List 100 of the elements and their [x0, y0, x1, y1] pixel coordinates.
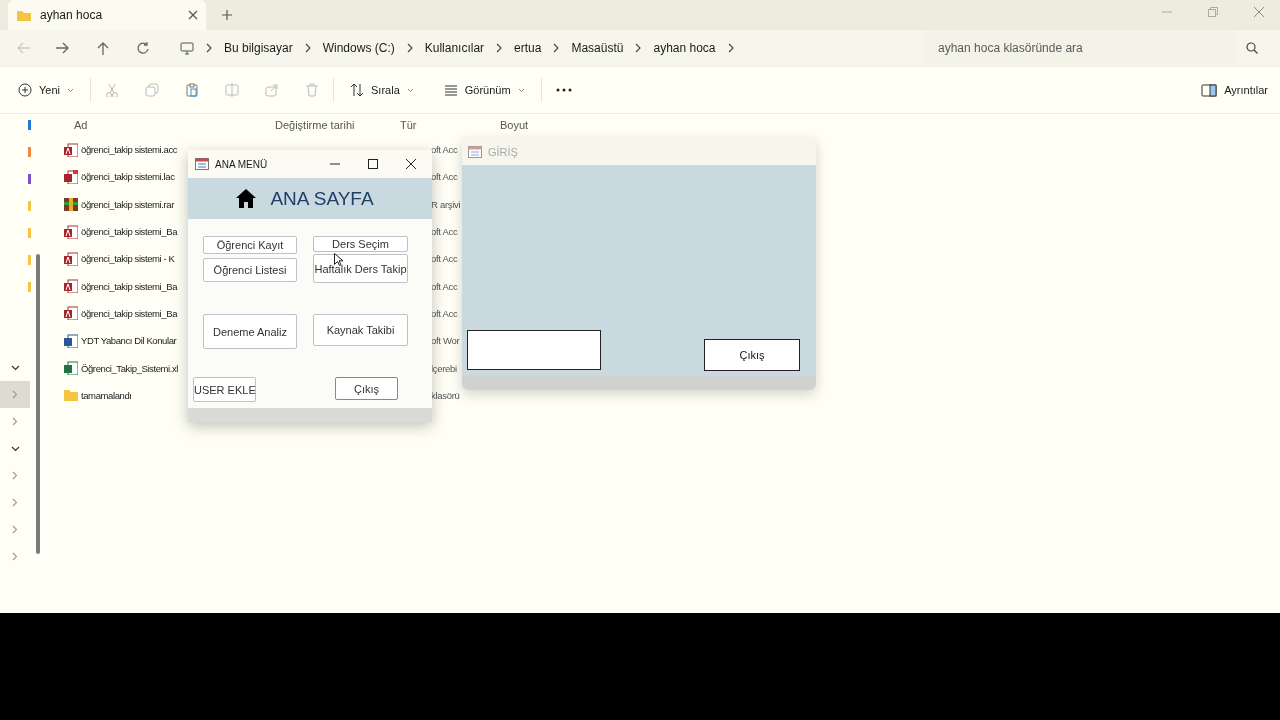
trash-icon[interactable] [305, 83, 319, 97]
form-button[interactable]: Öğrenci Listesi [203, 258, 297, 282]
chevron-right-icon [406, 43, 413, 53]
archive-file-icon [64, 197, 78, 212]
share-icon[interactable] [265, 83, 279, 97]
folder-edge-icon [28, 120, 31, 130]
chevron-right-icon [727, 43, 734, 53]
chevron-right-icon [553, 43, 560, 53]
close-icon [1254, 7, 1264, 17]
breadcrumb-item[interactable]: Bu bilgisayar [224, 41, 293, 55]
chevron-right-icon [12, 390, 18, 399]
file-name: Öğrenci_Takip_Sistemi.xl [81, 362, 179, 374]
file-type: oft Acc [431, 144, 458, 156]
chevron-right-icon [12, 471, 18, 480]
chevron-down-icon [10, 445, 20, 452]
monitor-icon [180, 41, 194, 55]
clipboard-icon[interactable] [185, 83, 199, 97]
new-button[interactable]: Yeni [16, 81, 76, 99]
form-button[interactable]: Kaynak Takibi [313, 314, 408, 346]
copy-icon[interactable] [145, 83, 159, 97]
file-type: oft Acc [431, 226, 458, 238]
caret-icon [67, 87, 74, 93]
breadcrumb-item[interactable]: Masaüstü [571, 41, 624, 55]
form-icon [195, 158, 209, 170]
folder-edge-icon [28, 147, 31, 157]
form-button[interactable]: USER EKLE [193, 377, 256, 402]
tab-title: ayhan hoca [40, 8, 104, 22]
restore-icon [1208, 7, 1218, 17]
chevron-right-icon [206, 43, 212, 53]
form-button[interactable]: Haftalık Ders Takip [313, 254, 408, 283]
breadcrumb-item[interactable]: Kullanıcılar [424, 41, 485, 55]
file-type: oft Acc [431, 307, 458, 319]
folder-tab[interactable]: ayhan hoca [8, 0, 206, 30]
file-name: öğrenci_takip sistemi_Ba [81, 307, 177, 319]
file-name: öğrenci_takip sistemi.rar [81, 198, 174, 210]
form-button[interactable]: Ders Seçim [313, 236, 408, 252]
folder-edge-icon [28, 201, 31, 211]
file-name: öğrenci_takip sistemi.acc [81, 144, 178, 156]
column-header[interactable]: Tür [400, 119, 500, 131]
file-name: öğrenci_takip sistemi_Ba [81, 226, 177, 238]
breadcrumb-item[interactable]: Windows (C:) [322, 41, 395, 55]
chevron-right-icon [635, 43, 642, 53]
folder-edge-icon [28, 255, 31, 265]
file-type: oft Acc [431, 280, 458, 292]
mouse-pointer-icon [334, 253, 343, 266]
breadcrumb-item[interactable]: ayhan hoca [653, 41, 716, 55]
chevron-right-icon [496, 43, 503, 53]
input-field[interactable] [467, 330, 601, 370]
database-file-icon [64, 279, 78, 294]
more-icon[interactable] [555, 88, 572, 92]
file-type: R arşivi [431, 198, 461, 210]
column-header[interactable]: Ad [64, 119, 275, 131]
forward-arrow-icon[interactable] [56, 41, 70, 55]
file-type: oft Acc [431, 253, 458, 265]
search-field[interactable]: ayhan hoca klasöründe ara [924, 31, 1236, 65]
caret-icon [517, 87, 525, 93]
plus-circle-icon [18, 83, 32, 97]
form-button[interactable]: Öğrenci Kayıt [203, 236, 297, 254]
file-type: oft Acc [431, 171, 458, 183]
list-icon [443, 84, 458, 96]
scissors-icon[interactable] [105, 83, 119, 97]
locked-database-file-icon [64, 169, 78, 184]
file-name: öğrenci_takip sistemi_Ba [81, 280, 177, 292]
folder-edge-icon [28, 282, 31, 292]
folder-icon [16, 8, 32, 22]
breadcrumb-item[interactable]: ertua [514, 41, 542, 55]
chevron-down-icon [10, 364, 20, 371]
view-button[interactable]: Görünüm [441, 82, 527, 98]
exit-button[interactable]: Çıkış [704, 339, 800, 371]
back-arrow-icon[interactable] [16, 41, 30, 55]
sort-arrows-icon [350, 83, 364, 97]
details-button[interactable]: Ayrıntılar [1199, 81, 1270, 99]
form-button[interactable]: Çıkış [335, 377, 398, 400]
scrollbar[interactable] [36, 254, 40, 554]
form-icon [468, 145, 482, 158]
page-heading: ANA SAYFA [270, 187, 374, 210]
column-header[interactable]: Boyut [500, 119, 600, 131]
database-file-icon [64, 142, 78, 157]
file-type: lçerebi [431, 362, 457, 374]
chevron-right-icon [12, 498, 18, 507]
database-file-icon [64, 224, 78, 239]
nav-item[interactable] [0, 381, 30, 408]
file-name: tamamalandı [81, 389, 132, 401]
refresh-icon[interactable] [136, 41, 150, 55]
chevron-right-icon [12, 417, 18, 426]
search-icon [1246, 42, 1258, 54]
word-document-icon [64, 333, 78, 348]
file-name: YDT Yabancı Dil Konular [81, 335, 177, 347]
form-button[interactable]: Deneme Analiz [203, 314, 297, 349]
chevron-right-icon [304, 43, 311, 53]
file-type: klasörü [431, 389, 460, 401]
home-icon [236, 189, 257, 208]
column-header[interactable]: Değiştirme tarihi [275, 119, 400, 131]
rename-icon[interactable] [225, 83, 239, 97]
file-name: öğrenci_takip sistemi - K [81, 253, 175, 265]
file-type: oft Wor [431, 335, 460, 347]
folder-edge-icon [28, 174, 31, 184]
up-arrow-icon[interactable] [96, 41, 110, 55]
sort-button[interactable]: Sırala [348, 81, 416, 99]
close-icon [406, 159, 416, 169]
